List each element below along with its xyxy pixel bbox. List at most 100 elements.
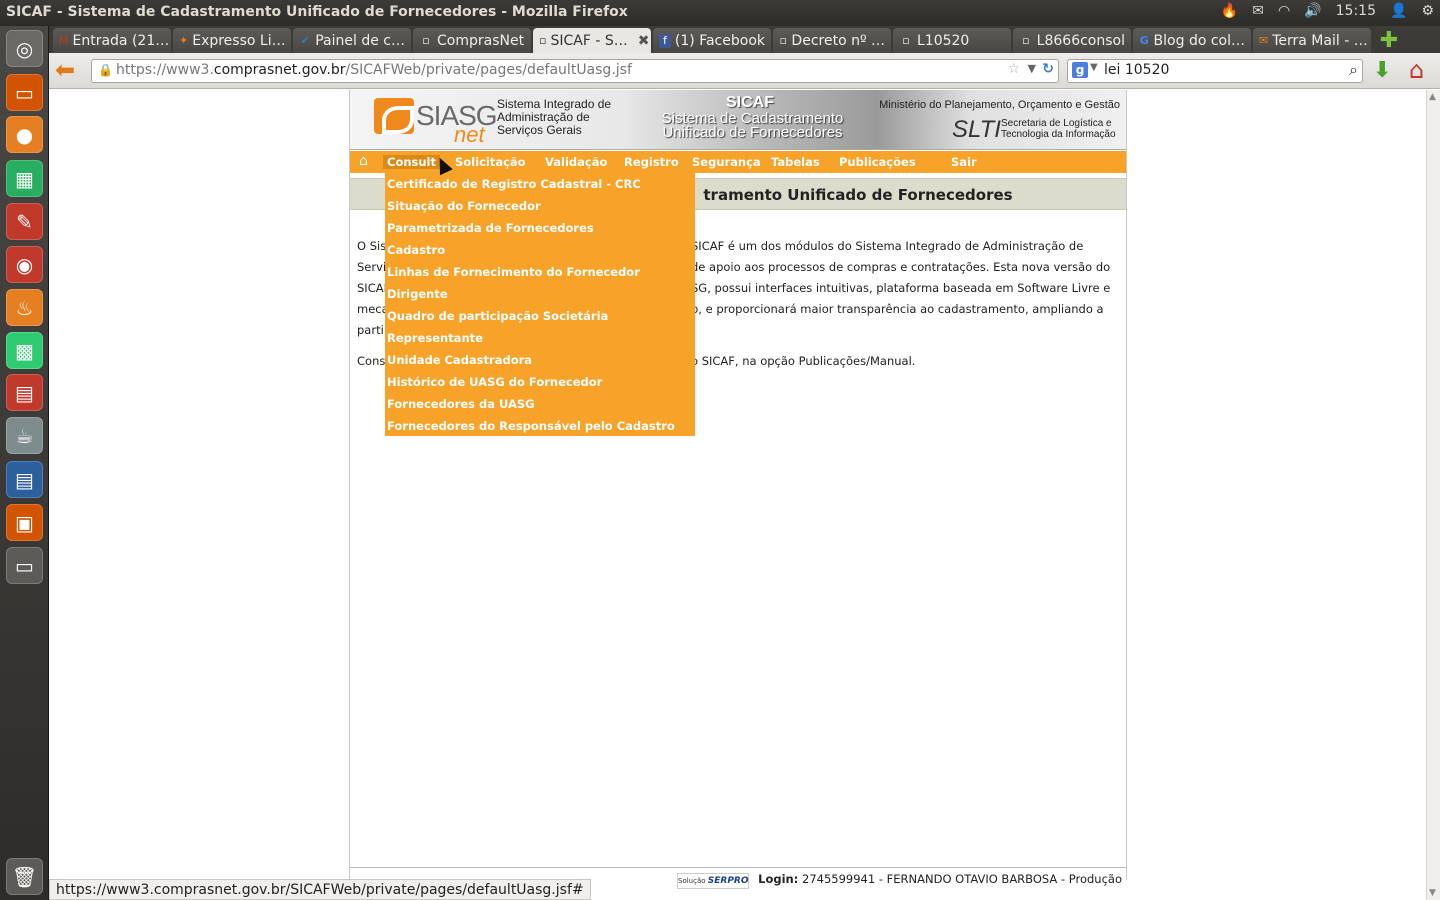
siasg-logo-icon [374, 98, 414, 134]
writer-icon[interactable]: ▤ [6, 461, 43, 498]
lock-icon: 🔒 [98, 63, 113, 77]
pdf-icon[interactable]: ▤ [6, 374, 43, 411]
launcher: ◎ ▭ ● ▦ ✎ ◉ ♨ ▩ ▤ ☕ ▤ ▣ ▭ 🗑 [0, 26, 49, 900]
page-icon: ▫ [1022, 33, 1030, 47]
menu-seguranca[interactable]: Segurança [692, 155, 761, 169]
google-search-engine-icon[interactable]: g [1072, 62, 1088, 78]
menu-tabelas[interactable]: Tabelas [771, 155, 820, 169]
tab-label: (1) Facebook [674, 32, 765, 49]
clock[interactable]: 15:15 [1336, 3, 1376, 19]
intro-line: Cons [357, 354, 386, 368]
serpro-logo: Solução SERPRO [677, 873, 749, 889]
painel-icon: ✔ [300, 33, 310, 47]
search-icon[interactable]: ⌕ [1349, 60, 1358, 80]
engine-dropdown-icon[interactable]: ▼ [1090, 62, 1098, 73]
dropdown-item-cadastro[interactable]: Cadastro [387, 243, 445, 257]
page-icon: ▫ [902, 33, 910, 47]
intro-line: SG, possui interfaces intuitivas, plataf… [691, 281, 1111, 295]
menu-publicacoes[interactable]: Publicações [839, 155, 916, 169]
scroll-down-icon[interactable]: ▼ [1429, 888, 1436, 898]
tab[interactable]: ▫ L10520 [893, 28, 1011, 53]
url-prefix: https://www3. [116, 62, 214, 78]
menu-registro[interactable]: Registro [624, 155, 679, 169]
menu-sair[interactable]: Sair [951, 155, 977, 169]
tab-label: Terra Mail - … [1272, 32, 1368, 49]
dropdown-item-situacao[interactable]: Situação do Fornecedor [387, 199, 541, 213]
flame-icon[interactable]: 🔥 [1221, 3, 1238, 19]
files-icon[interactable]: ▭ [6, 74, 43, 111]
gear-icon[interactable]: ⚙ [1421, 3, 1434, 19]
intro-line: SICAF é um dos módulos do Sistema Integr… [691, 239, 1084, 253]
footer-divider [350, 867, 1126, 868]
lifebuoy-icon[interactable]: ◉ [6, 246, 43, 283]
java-icon[interactable]: ☕ [6, 417, 43, 454]
tab[interactable]: ✉ Terra Mail - … [1253, 28, 1371, 53]
back-arrow-icon[interactable]: ⬅ [55, 58, 81, 84]
bookmark-star-icon[interactable]: ☆ [1007, 61, 1020, 77]
scroll-up-icon[interactable]: ▲ [1429, 92, 1436, 102]
download-arrow-icon[interactable]: ⬇ [1373, 58, 1391, 83]
consulta-dropdown-menu: Certificado de Registro Cadastral - CRC … [385, 173, 695, 436]
tab-label: SICAF - S… [550, 32, 628, 49]
new-tab-button[interactable]: ✚ [1377, 28, 1401, 53]
tab-label: L10520 [917, 32, 970, 49]
menu-consulta[interactable]: Consult [383, 155, 440, 169]
mail-icon[interactable]: ✉ [1252, 3, 1264, 19]
dropdown-item-linhas[interactable]: Linhas de Fornecimento do Fornecedor [387, 265, 640, 279]
impress-icon[interactable]: ▣ [6, 504, 43, 541]
tab-label: Entrada (21… [72, 32, 170, 49]
dropdown-item-dirigente[interactable]: Dirigente [387, 287, 448, 301]
dash-icon[interactable]: ◎ [6, 30, 43, 67]
tab[interactable]: M Entrada (21… [53, 28, 171, 53]
window-icon[interactable]: ▭ [6, 547, 43, 584]
volume-icon[interactable]: 🔊 [1304, 3, 1321, 19]
menu-solicitacao[interactable]: Solicitação [455, 155, 526, 169]
tab[interactable]: ▫ Decreto nº … [773, 28, 891, 53]
ministry-label: Ministério do Planejamento, Orçamento e … [879, 99, 1120, 111]
dropdown-item-unidade[interactable]: Unidade Cadastradora [387, 353, 532, 367]
tab-label: ComprasNet [437, 32, 525, 49]
system-tray: 🔥 ✉ ◠ 🔊 15:15 👤 ⚙ [1221, 3, 1434, 19]
history-dropdown-icon[interactable]: ▼ [1028, 62, 1036, 75]
tab[interactable]: ✦ Expresso Li… [173, 28, 291, 53]
tab-label: Painel de c… [315, 32, 405, 49]
close-tab-icon[interactable]: ✖ [638, 33, 650, 49]
mail-icon: ✉ [1259, 33, 1269, 47]
reload-icon[interactable]: ↻ [1042, 61, 1054, 77]
home-icon[interactable]: ⌂ [359, 153, 368, 169]
dropdown-item-fornecedores-uasg[interactable]: Fornecedores da UASG [387, 397, 535, 411]
menu-validacao[interactable]: Validação [545, 155, 607, 169]
tab[interactable]: ▫ L8666consol [1013, 28, 1131, 53]
tab-active[interactable]: ▫ SICAF - S… ✖ [533, 28, 651, 53]
tab[interactable]: f (1) Facebook [653, 28, 771, 53]
page-icon: ▫ [539, 33, 547, 47]
dropdown-item-crc[interactable]: Certificado de Registro Cadastral - CRC [387, 177, 641, 191]
dropdown-item-fornecedores-responsavel[interactable]: Fornecedores do Responsável pelo Cadastr… [387, 419, 675, 433]
home-icon[interactable]: ⌂ [1409, 56, 1424, 84]
intro-line: o SICAF, na opção Publicações/Manual. [691, 354, 916, 368]
tools-icon[interactable]: ✎ [6, 203, 43, 240]
search-input[interactable]: g ▼ lei 10520 ⌕ [1067, 59, 1363, 83]
tab[interactable]: ✔ Painel de c… [293, 28, 411, 53]
dropdown-item-parametrizada[interactable]: Parametrizada de Fornecedores [387, 221, 594, 235]
firefox-icon[interactable]: ● [6, 116, 43, 153]
calc-icon[interactable]: ▦ [6, 160, 43, 197]
navigation-toolbar: ⬅ 🔒 https://www3.comprasnet.gov.br/SICAF… [49, 53, 1440, 89]
dropdown-item-representante[interactable]: Representante [387, 331, 483, 345]
siasg-description: Sistema Integrado de Administração de Se… [497, 97, 612, 137]
trash-icon[interactable]: 🗑 [6, 858, 43, 895]
slti-logo-text: SLTI [952, 116, 1001, 143]
wifi-icon[interactable]: ◠ [1278, 3, 1290, 19]
dropdown-item-quadro[interactable]: Quadro de participação Societária [387, 309, 608, 323]
dropdown-item-historico[interactable]: Histórico de UASG do Fornecedor [387, 375, 602, 389]
url-bar[interactable]: 🔒 https://www3.comprasnet.gov.br/SICAFWe… [91, 59, 1059, 83]
sicaf-page: SIASG net Sistema Integrado de Administr… [349, 90, 1127, 889]
tab-label: Expresso Li… [192, 32, 286, 49]
tab[interactable]: ▫ ComprasNet [413, 28, 531, 53]
flame-app-icon[interactable]: ♨ [6, 289, 43, 326]
user-icon[interactable]: 👤 [1390, 3, 1407, 19]
tab[interactable]: G Blog do col… [1133, 28, 1251, 53]
vertical-scrollbar[interactable]: ▲ ▼ [1426, 90, 1440, 900]
chess-icon[interactable]: ▩ [6, 332, 43, 369]
siasg-net-text: net [454, 122, 485, 147]
